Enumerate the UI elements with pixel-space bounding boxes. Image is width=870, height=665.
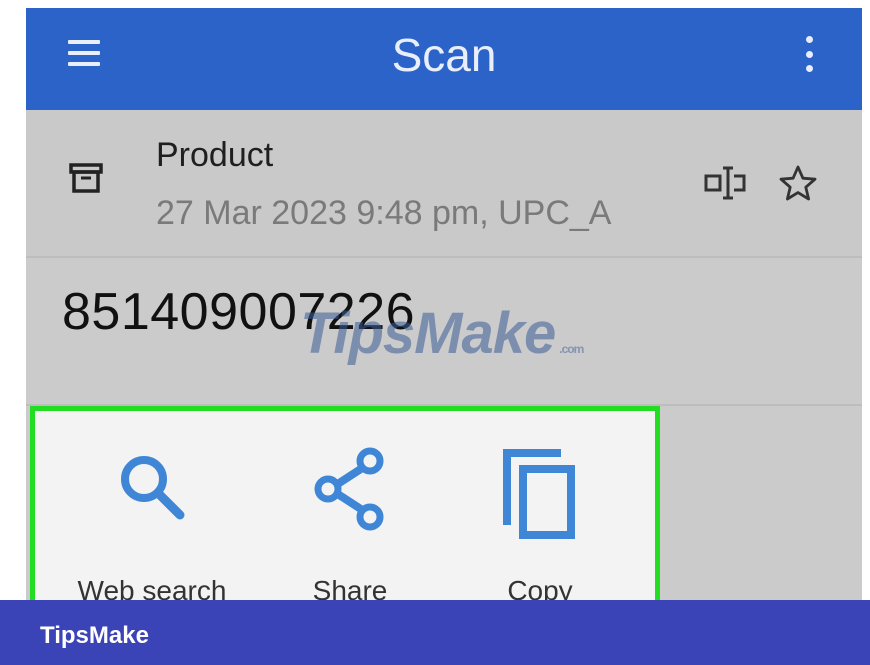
share-icon xyxy=(255,447,445,531)
watermark-text: TipsMake xyxy=(300,301,556,366)
watermark-suffix: .com xyxy=(559,342,584,356)
search-icon xyxy=(57,447,247,527)
actions-panel: Web search Share Copy xyxy=(30,406,660,606)
app-bar: Scan xyxy=(26,8,862,110)
watermark-logo: TipsMake .com xyxy=(300,300,584,367)
copy-icon xyxy=(445,447,635,543)
box-icon xyxy=(68,162,104,198)
share-button[interactable]: Share xyxy=(255,411,445,606)
footer-bar: TipsMake xyxy=(0,600,870,665)
result-timestamp: 27 Mar 2023 9:48 pm, UPC_A xyxy=(156,194,612,232)
more-vert-icon[interactable] xyxy=(805,36,813,72)
web-search-button[interactable]: Web search xyxy=(57,411,247,606)
barcode-icon[interactable] xyxy=(704,166,750,204)
result-type: Product xyxy=(156,136,274,174)
app-title: Scan xyxy=(391,29,497,81)
footer-brand: TipsMake xyxy=(40,622,149,649)
screen: Scan Product 27 Mar 2023 9:48 pm, UPC_A xyxy=(0,0,870,665)
result-header: Product 27 Mar 2023 9:48 pm, UPC_A xyxy=(26,110,862,256)
star-outline-icon[interactable] xyxy=(778,164,818,206)
copy-button[interactable]: Copy xyxy=(445,411,635,606)
